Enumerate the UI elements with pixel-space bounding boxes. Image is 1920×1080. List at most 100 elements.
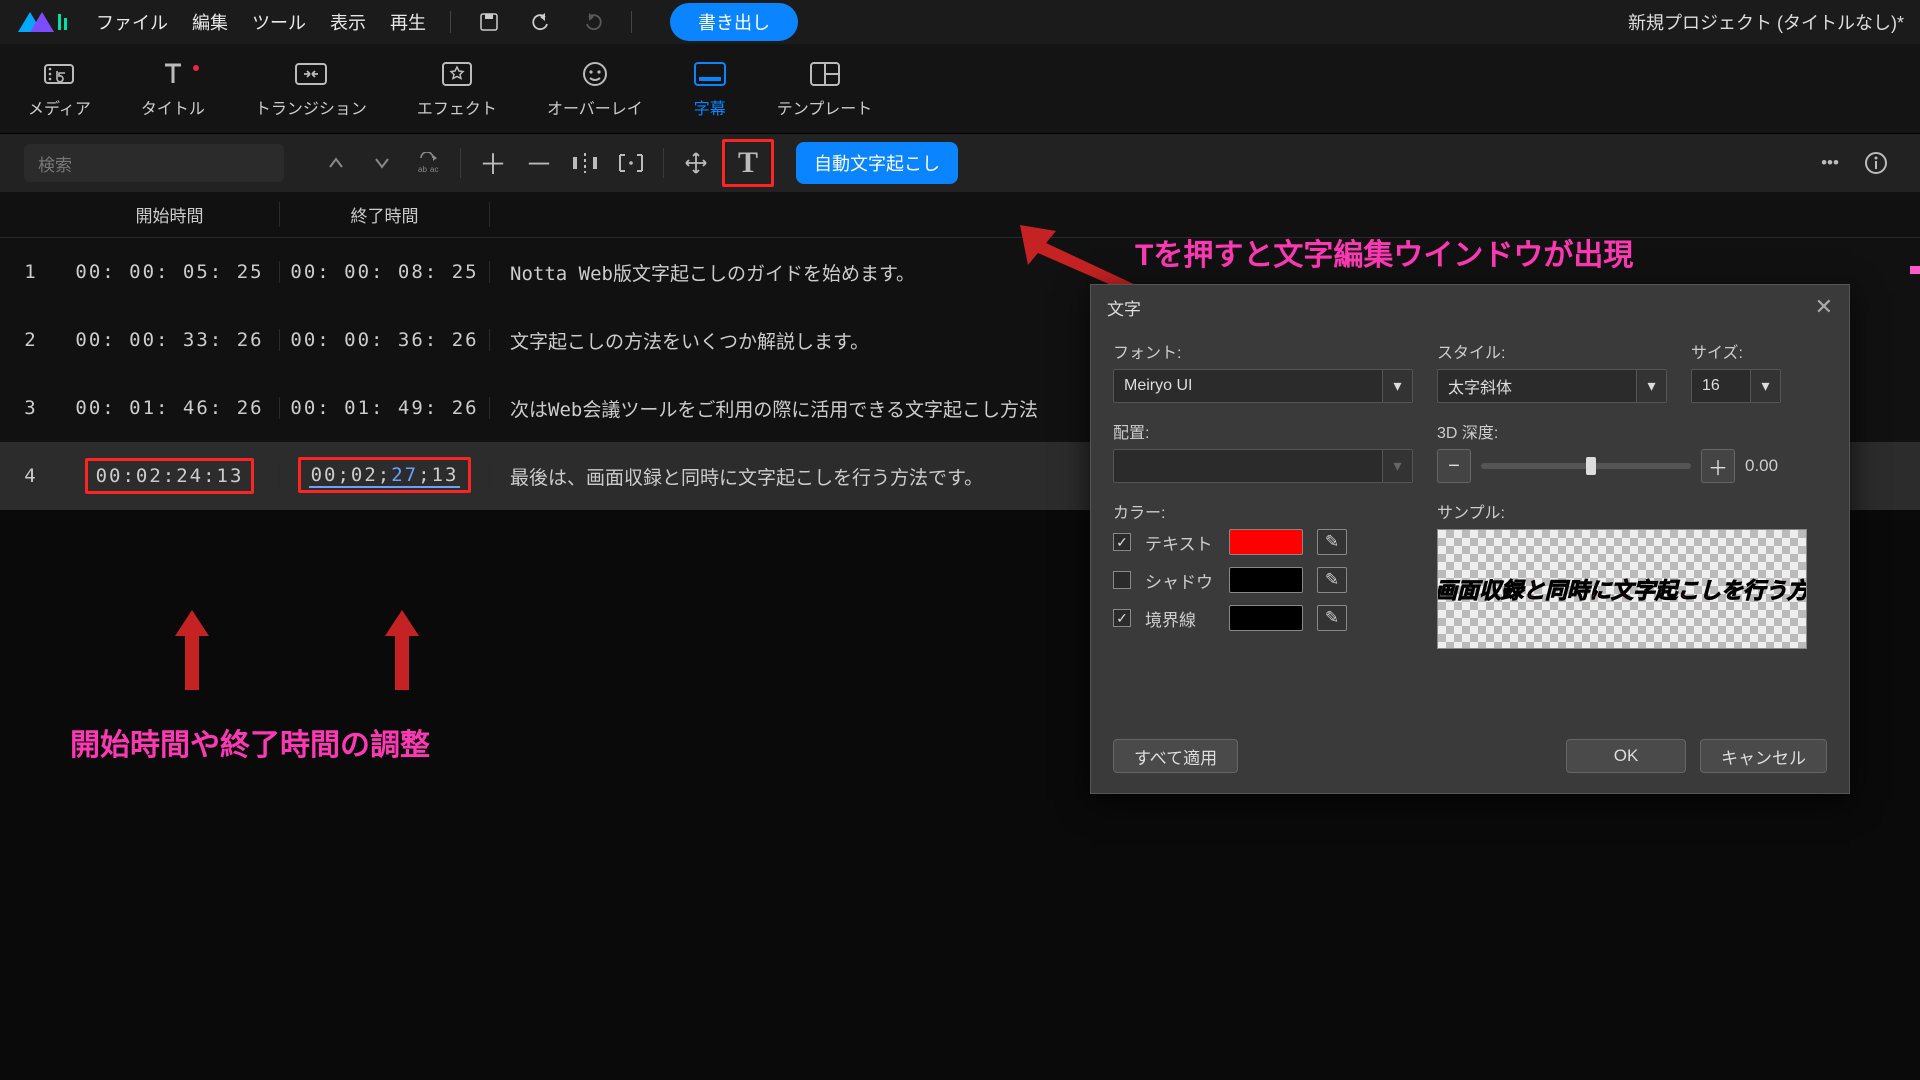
menu-file[interactable]: ファイル [96,9,168,35]
next-icon[interactable] [362,143,402,183]
start-time[interactable]: 00: 00: 33: 26 [60,329,280,351]
ribbon-label: トランジション [255,95,367,119]
end-time[interactable]: 00;02;27;13 [280,464,490,488]
close-icon[interactable]: ✕ [1815,294,1833,320]
row-index: 4 [0,465,60,487]
slider-thumb[interactable] [1586,457,1596,475]
ribbon-title[interactable]: タイトル [141,59,205,119]
end-edit[interactable]: 27 [391,464,418,486]
move-icon[interactable] [676,143,716,183]
start-time[interactable]: 00: 00: 05: 25 [60,261,280,283]
auto-transcribe-button[interactable]: 自動文字起こし [796,142,958,184]
text-tool-button[interactable]: T [731,146,765,180]
eyedropper-icon[interactable]: ✎ [1317,529,1347,555]
save-icon[interactable] [475,8,503,36]
depth-minus-button[interactable]: − [1437,449,1471,483]
more-icon[interactable]: ••• [1810,143,1850,183]
checkbox-shadow[interactable] [1113,571,1131,589]
subtitle-icon [693,59,727,89]
color-swatch-shadow[interactable] [1229,567,1303,593]
template-icon [808,59,842,89]
merge-icon[interactable] [611,143,651,183]
menu-tools[interactable]: ツール [252,9,306,35]
add-icon[interactable]: ＋ [473,143,513,183]
ribbon-label: エフェクト [417,95,497,119]
info-icon[interactable] [1856,143,1896,183]
remove-icon[interactable]: － [519,143,559,183]
end-pre: 00;02; [311,464,392,486]
ribbon-overlay[interactable]: オーバーレイ [547,59,643,119]
font-label: フォント: [1113,339,1413,363]
sample-text: 、画面収録と同時に文字起こしを行う方法 [1437,573,1807,605]
end-time[interactable]: 00: 01: 49: 26 [280,397,490,419]
media-icon [42,59,76,89]
app-logo [16,8,72,36]
crop-artifact [1910,266,1920,274]
ribbon-label: タイトル [141,95,205,119]
depth-plus-button[interactable]: ＋ [1701,449,1735,483]
ribbon-template[interactable]: テンプレート [777,59,873,119]
menu-view[interactable]: 表示 [330,9,366,35]
export-button[interactable]: 書き出し [670,3,798,41]
align-select[interactable]: ▾ [1113,449,1413,483]
eyedropper-icon[interactable]: ✎ [1317,605,1347,631]
style-select[interactable]: 太字斜体 ▾ [1437,369,1667,403]
effect-icon [440,59,474,89]
menu-play[interactable]: 再生 [390,9,426,35]
font-value: Meiryo UI [1124,377,1192,395]
undo-icon[interactable] [527,8,555,36]
split-icon[interactable] [565,143,605,183]
end-post: ;13 [418,464,458,486]
end-time[interactable]: 00: 00: 36: 26 [280,329,490,351]
annotation-arrow-start [175,610,209,690]
start-time[interactable]: 00:02:24:13 [60,465,280,487]
dialog-titlebar[interactable]: 文字 ✕ [1091,285,1849,329]
ok-button[interactable]: OK [1566,739,1686,773]
separator [450,11,451,33]
size-value: 16 [1702,377,1720,395]
search-input[interactable]: 検索 [24,144,284,182]
color-swatch-text[interactable] [1229,529,1303,555]
apply-all-button[interactable]: すべて適用 [1113,739,1238,773]
menu-edit[interactable]: 編集 [192,9,228,35]
align-label: 配置: [1113,419,1413,443]
redo-icon[interactable] [579,8,607,36]
text-tool-highlight: T [722,139,774,187]
header-start: 開始時間 [60,202,280,227]
end-time-highlight: 00;02;27;13 [298,457,472,493]
svg-text:ac: ac [430,165,438,174]
chevron-down-icon: ▾ [1382,450,1412,482]
ribbon-label: オーバーレイ [547,95,643,119]
ribbon-transition[interactable]: トランジション [255,59,367,119]
eyedropper-icon[interactable]: ✎ [1317,567,1347,593]
depth-slider[interactable] [1481,463,1691,469]
font-select[interactable]: Meiryo UI ▾ [1113,369,1413,403]
row-index: 1 [0,261,60,283]
menubar: ファイル 編集 ツール 表示 再生 書き出し 新規プロジェクト (タイトルなし)… [0,0,1920,44]
annotation-time-adjust: 開始時間や終了時間の調整 [70,720,430,764]
color-row-label: テキスト [1145,530,1215,555]
prev-icon[interactable] [316,143,356,183]
ribbon-subtitle[interactable]: 字幕 [693,59,727,119]
overlay-icon [578,59,612,89]
search-placeholder: 検索 [38,151,72,176]
ribbon-media[interactable]: メディア [28,59,91,119]
size-select[interactable]: 16 ▾ [1691,369,1781,403]
size-label: サイズ: [1691,339,1781,363]
replace-icon[interactable]: abac [408,143,448,183]
end-time[interactable]: 00: 00: 08: 25 [280,261,490,283]
svg-text:ab: ab [418,165,427,174]
color-row-shadow: シャドウ ✎ [1113,567,1413,593]
color-swatch-border[interactable] [1229,605,1303,631]
color-row-text: テキスト ✎ [1113,529,1413,555]
cancel-button[interactable]: キャンセル [1700,739,1827,773]
start-time[interactable]: 00: 01: 46: 26 [60,397,280,419]
color-list: テキスト ✎ シャドウ ✎ 境界線 ✎ [1113,529,1413,631]
checkbox-border[interactable] [1113,609,1131,627]
ribbon-effect[interactable]: エフェクト [417,59,497,119]
ribbon: メディア タイトル トランジション エフェクト オーバーレイ 字幕 テンプレート [0,44,1920,134]
checkbox-text[interactable] [1113,533,1131,551]
transition-icon [294,59,328,89]
separator [631,11,632,33]
dialog-footer: すべて適用 OK キャンセル [1091,733,1849,793]
